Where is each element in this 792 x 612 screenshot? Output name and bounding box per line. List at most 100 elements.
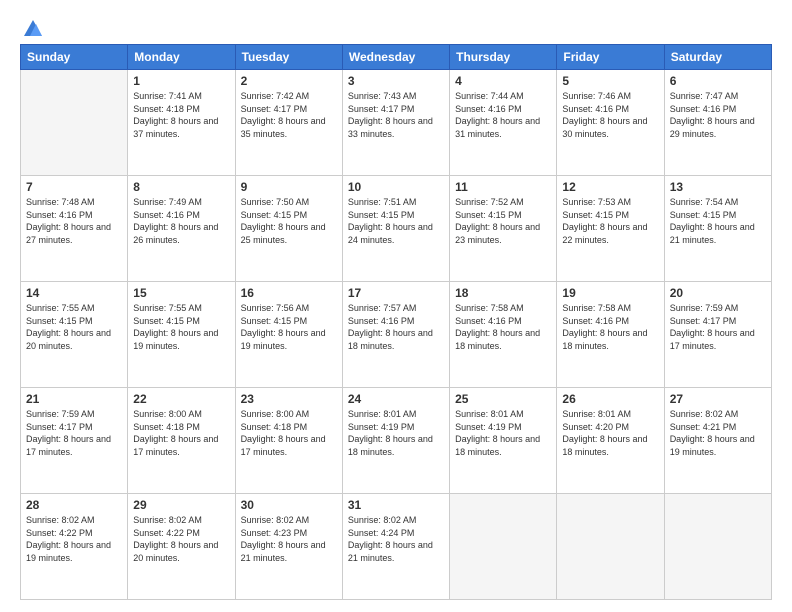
day-number: 3 xyxy=(348,74,444,88)
day-cell: 26 Sunrise: 8:01 AMSunset: 4:20 PMDayligh… xyxy=(557,388,664,494)
day-number: 9 xyxy=(241,180,337,194)
day-cell: 5Sunrise: 7:46 AMSunset: 4:16 PMDaylight… xyxy=(557,70,664,176)
day-info: Sunrise: 8:02 AMSunset: 4:23 PMDaylight:… xyxy=(241,514,337,564)
weekday-header-monday: Monday xyxy=(128,45,235,70)
day-cell: 16 Sunrise: 7:56 AMSunset: 4:15 PMDayligh… xyxy=(235,282,342,388)
logo xyxy=(20,18,44,36)
day-number: 14 xyxy=(26,286,122,300)
weekday-header-tuesday: Tuesday xyxy=(235,45,342,70)
day-info: Sunrise: 7:52 AMSunset: 4:15 PMDaylight:… xyxy=(455,196,551,246)
day-number: 21 xyxy=(26,392,122,406)
day-info: Sunrise: 7:47 AMSunset: 4:16 PMDaylight:… xyxy=(670,90,766,140)
header xyxy=(20,18,772,36)
day-info: Sunrise: 8:02 AMSunset: 4:22 PMDaylight:… xyxy=(133,514,229,564)
day-info: Sunrise: 7:49 AMSunset: 4:16 PMDaylight:… xyxy=(133,196,229,246)
day-info: Sunrise: 7:56 AMSunset: 4:15 PMDaylight:… xyxy=(241,302,337,352)
day-cell: 28 Sunrise: 8:02 AMSunset: 4:22 PMDayligh… xyxy=(21,494,128,600)
day-cell: 13 Sunrise: 7:54 AMSunset: 4:15 PMDayligh… xyxy=(664,176,771,282)
day-info: Sunrise: 7:51 AMSunset: 4:15 PMDaylight:… xyxy=(348,196,444,246)
day-info: Sunrise: 7:59 AMSunset: 4:17 PMDaylight:… xyxy=(670,302,766,352)
day-cell: 21 Sunrise: 7:59 AMSunset: 4:17 PMDayligh… xyxy=(21,388,128,494)
day-info: Sunrise: 7:53 AMSunset: 4:15 PMDaylight:… xyxy=(562,196,658,246)
day-number: 11 xyxy=(455,180,551,194)
day-number: 29 xyxy=(133,498,229,512)
weekday-header-sunday: Sunday xyxy=(21,45,128,70)
day-number: 19 xyxy=(562,286,658,300)
day-number: 24 xyxy=(348,392,444,406)
day-cell: 6 Sunrise: 7:47 AMSunset: 4:16 PMDaylight… xyxy=(664,70,771,176)
day-info: Sunrise: 7:57 AMSunset: 4:16 PMDaylight:… xyxy=(348,302,444,352)
day-number: 2 xyxy=(241,74,337,88)
day-info: Sunrise: 7:58 AMSunset: 4:16 PMDaylight:… xyxy=(562,302,658,352)
day-cell: 11 Sunrise: 7:52 AMSunset: 4:15 PMDayligh… xyxy=(450,176,557,282)
day-cell: 9 Sunrise: 7:50 AMSunset: 4:15 PMDaylight… xyxy=(235,176,342,282)
day-number: 26 xyxy=(562,392,658,406)
day-number: 16 xyxy=(241,286,337,300)
day-cell xyxy=(664,494,771,600)
day-cell: 30Sunrise: 8:02 AMSunset: 4:23 PMDayligh… xyxy=(235,494,342,600)
day-number: 27 xyxy=(670,392,766,406)
day-info: Sunrise: 8:02 AMSunset: 4:21 PMDaylight:… xyxy=(670,408,766,458)
day-cell: 22 Sunrise: 8:00 AMSunset: 4:18 PMDayligh… xyxy=(128,388,235,494)
day-info: Sunrise: 7:59 AMSunset: 4:17 PMDaylight:… xyxy=(26,408,122,458)
day-cell xyxy=(557,494,664,600)
day-info: Sunrise: 8:01 AMSunset: 4:19 PMDaylight:… xyxy=(348,408,444,458)
day-cell: 7 Sunrise: 7:48 AMSunset: 4:16 PMDaylight… xyxy=(21,176,128,282)
day-info: Sunrise: 7:55 AMSunset: 4:15 PMDaylight:… xyxy=(133,302,229,352)
day-info: Sunrise: 7:58 AMSunset: 4:16 PMDaylight:… xyxy=(455,302,551,352)
day-cell: 31 Sunrise: 8:02 AMSunset: 4:24 PMDayligh… xyxy=(342,494,449,600)
day-cell: 12 Sunrise: 7:53 AMSunset: 4:15 PMDayligh… xyxy=(557,176,664,282)
day-cell: 24 Sunrise: 8:01 AMSunset: 4:19 PMDayligh… xyxy=(342,388,449,494)
day-info: Sunrise: 7:54 AMSunset: 4:15 PMDaylight:… xyxy=(670,196,766,246)
day-number: 18 xyxy=(455,286,551,300)
week-row-3: 14 Sunrise: 7:55 AMSunset: 4:15 PMDayligh… xyxy=(21,282,772,388)
day-number: 15 xyxy=(133,286,229,300)
day-info: Sunrise: 8:00 AMSunset: 4:18 PMDaylight:… xyxy=(133,408,229,458)
day-cell: 17 Sunrise: 7:57 AMSunset: 4:16 PMDayligh… xyxy=(342,282,449,388)
day-cell: 8Sunrise: 7:49 AMSunset: 4:16 PMDaylight… xyxy=(128,176,235,282)
day-cell: 18 Sunrise: 7:58 AMSunset: 4:16 PMDayligh… xyxy=(450,282,557,388)
day-info: Sunrise: 7:50 AMSunset: 4:15 PMDaylight:… xyxy=(241,196,337,246)
day-cell: 19 Sunrise: 7:58 AMSunset: 4:16 PMDayligh… xyxy=(557,282,664,388)
day-cell: 15 Sunrise: 7:55 AMSunset: 4:15 PMDayligh… xyxy=(128,282,235,388)
day-cell: 3 Sunrise: 7:43 AMSunset: 4:17 PMDaylight… xyxy=(342,70,449,176)
day-info: Sunrise: 8:00 AMSunset: 4:18 PMDaylight:… xyxy=(241,408,337,458)
day-info: Sunrise: 7:48 AMSunset: 4:16 PMDaylight:… xyxy=(26,196,122,246)
day-number: 10 xyxy=(348,180,444,194)
day-info: Sunrise: 7:44 AMSunset: 4:16 PMDaylight:… xyxy=(455,90,551,140)
week-row-4: 21 Sunrise: 7:59 AMSunset: 4:17 PMDayligh… xyxy=(21,388,772,494)
weekday-header-friday: Friday xyxy=(557,45,664,70)
day-cell: 2Sunrise: 7:42 AMSunset: 4:17 PMDaylight… xyxy=(235,70,342,176)
day-cell: 1 Sunrise: 7:41 AMSunset: 4:18 PMDaylight… xyxy=(128,70,235,176)
page: SundayMondayTuesdayWednesdayThursdayFrid… xyxy=(0,0,792,612)
day-info: Sunrise: 8:02 AMSunset: 4:24 PMDaylight:… xyxy=(348,514,444,564)
day-number: 22 xyxy=(133,392,229,406)
day-cell: 23Sunrise: 8:00 AMSunset: 4:18 PMDayligh… xyxy=(235,388,342,494)
day-info: Sunrise: 8:01 AMSunset: 4:20 PMDaylight:… xyxy=(562,408,658,458)
weekday-header-saturday: Saturday xyxy=(664,45,771,70)
calendar: SundayMondayTuesdayWednesdayThursdayFrid… xyxy=(20,44,772,600)
day-number: 31 xyxy=(348,498,444,512)
day-number: 25 xyxy=(455,392,551,406)
day-number: 28 xyxy=(26,498,122,512)
week-row-5: 28 Sunrise: 8:02 AMSunset: 4:22 PMDayligh… xyxy=(21,494,772,600)
day-cell: 4 Sunrise: 7:44 AMSunset: 4:16 PMDaylight… xyxy=(450,70,557,176)
day-number: 17 xyxy=(348,286,444,300)
day-number: 20 xyxy=(670,286,766,300)
day-info: Sunrise: 8:02 AMSunset: 4:22 PMDaylight:… xyxy=(26,514,122,564)
day-info: Sunrise: 8:01 AMSunset: 4:19 PMDaylight:… xyxy=(455,408,551,458)
day-info: Sunrise: 7:43 AMSunset: 4:17 PMDaylight:… xyxy=(348,90,444,140)
day-number: 7 xyxy=(26,180,122,194)
day-number: 6 xyxy=(670,74,766,88)
day-cell: 10 Sunrise: 7:51 AMSunset: 4:15 PMDayligh… xyxy=(342,176,449,282)
day-info: Sunrise: 7:46 AMSunset: 4:16 PMDaylight:… xyxy=(562,90,658,140)
day-number: 12 xyxy=(562,180,658,194)
day-cell: 29 Sunrise: 8:02 AMSunset: 4:22 PMDayligh… xyxy=(128,494,235,600)
week-row-2: 7 Sunrise: 7:48 AMSunset: 4:16 PMDaylight… xyxy=(21,176,772,282)
day-number: 4 xyxy=(455,74,551,88)
day-number: 13 xyxy=(670,180,766,194)
day-cell: 27 Sunrise: 8:02 AMSunset: 4:21 PMDayligh… xyxy=(664,388,771,494)
day-info: Sunrise: 7:41 AMSunset: 4:18 PMDaylight:… xyxy=(133,90,229,140)
day-number: 1 xyxy=(133,74,229,88)
weekday-header-thursday: Thursday xyxy=(450,45,557,70)
